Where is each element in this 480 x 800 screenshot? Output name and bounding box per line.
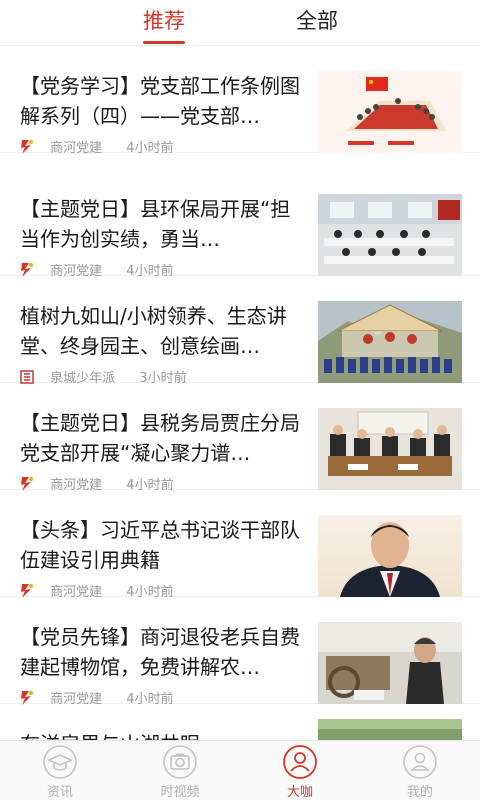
nav-video-label: 时视频 <box>160 785 200 800</box>
quancheng-logo-icon <box>20 369 34 384</box>
party-building-logo-icon <box>21 139 33 154</box>
article-title[interactable]: 【主题党日】县环保局开展“担当作为创实绩，勇当… <box>20 194 302 254</box>
article-item[interactable]: 【党员先锋】商河退役老兵自费建起博物馆，免费讲解农… 商河党建 4小时前 <box>0 598 480 707</box>
article-thumbnail[interactable] <box>318 301 462 383</box>
profile-card-icon <box>403 745 437 779</box>
nav-experts[interactable]: 大咖 <box>240 741 360 800</box>
article-feed[interactable]: 【党务学习】党支部工作条例图解系列（四）——党支部… 商河党建 4小时前 【主题… <box>0 47 480 740</box>
article-item[interactable]: 【主题党日】县税务局贾庄分局党支部开展“凝心聚力谱… 商河党建 4小时前 <box>0 384 480 493</box>
nav-experts-label: 大咖 <box>286 785 313 800</box>
nav-mine-label: 我的 <box>406 785 433 800</box>
party-building-logo-icon <box>21 583 33 598</box>
party-building-logo-icon <box>21 476 33 491</box>
person-circle-icon <box>283 745 317 779</box>
party-building-logo-icon <box>21 262 33 277</box>
article-item[interactable]: 【头条】习近平总书记谈干部队伍建设引用典籍 商河党建 4小时前 <box>0 491 480 600</box>
top-tab-bar: 推荐 全部 <box>0 0 480 46</box>
article-time: 4小时前 <box>126 141 174 156</box>
article-thumbnail[interactable] <box>318 719 462 740</box>
article-source[interactable]: 商河党建 <box>50 141 102 156</box>
article-item[interactable]: 植树九如山/小树领养、生态讲堂、终身园主、创意绘画… 泉城少年派 3小时前 <box>0 277 480 386</box>
active-tab-indicator <box>143 41 185 44</box>
article-thumbnail[interactable] <box>318 622 462 704</box>
article-thumbnail[interactable] <box>318 194 462 276</box>
article-thumbnail[interactable] <box>318 408 462 490</box>
article-title[interactable]: 在洋房里与山湖共眠 <box>20 729 302 740</box>
article-title[interactable]: 【主题党日】县税务局贾庄分局党支部开展“凝心聚力谱… <box>20 408 302 468</box>
camera-icon <box>163 745 197 779</box>
party-building-logo-icon <box>21 690 33 705</box>
article-title[interactable]: 【党员先锋】商河退役老兵自费建起博物馆，免费讲解农… <box>20 622 302 682</box>
nav-video[interactable]: 时视频 <box>120 741 240 800</box>
article-item[interactable]: 在洋房里与山湖共眠 <box>0 705 480 740</box>
bottom-nav-bar: 资讯 时视频 大咖 我的 <box>0 740 480 800</box>
article-title[interactable]: 【党务学习】党支部工作条例图解系列（四）——党支部… <box>20 71 302 131</box>
graduation-cap-icon <box>43 745 77 779</box>
article-title[interactable]: 植树九如山/小树领养、生态讲堂、终身园主、创意绘画… <box>20 301 302 361</box>
article-item[interactable]: 【党务学习】党支部工作条例图解系列（四）——党支部… 商河党建 4小时前 <box>0 47 480 156</box>
nav-mine[interactable]: 我的 <box>360 741 480 800</box>
nav-news[interactable]: 资讯 <box>0 741 120 800</box>
article-thumbnail[interactable] <box>318 71 462 153</box>
article-thumbnail[interactable] <box>318 515 462 597</box>
article-title[interactable]: 【头条】习近平总书记谈干部队伍建设引用典籍 <box>20 515 302 575</box>
tab-recommended[interactable]: 推荐 <box>143 6 185 36</box>
article-item[interactable]: 【主题党日】县环保局开展“担当作为创实绩，勇当… 商河党建 4小时前 <box>0 170 480 279</box>
article-meta: 商河党建 4小时前 <box>20 137 174 157</box>
tab-all[interactable]: 全部 <box>296 6 338 36</box>
nav-news-label: 资讯 <box>46 785 73 800</box>
